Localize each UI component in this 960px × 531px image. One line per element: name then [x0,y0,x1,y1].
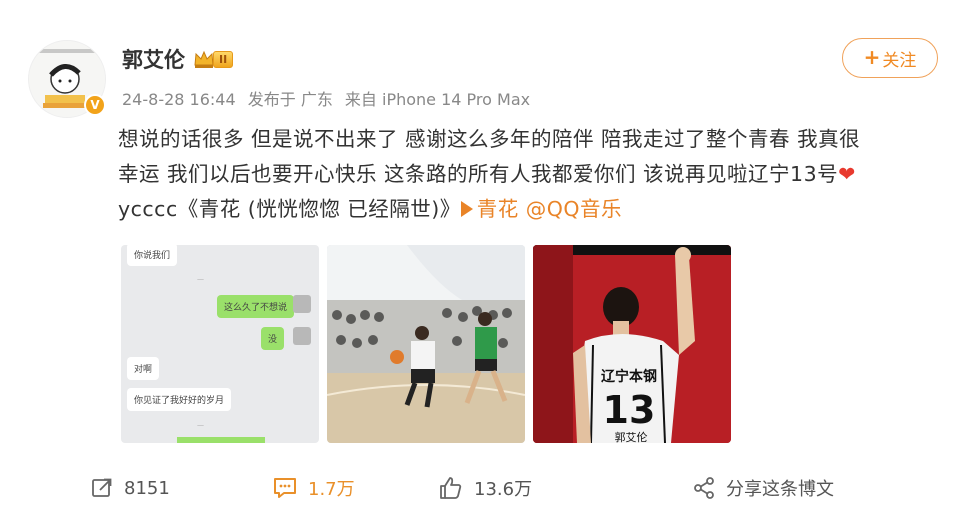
comment-icon [274,478,296,498]
play-icon [460,200,473,217]
image-jersey-back[interactable]: 辽宁本钢 13 郭艾伦 [533,245,731,443]
jersey-name-text: 郭艾伦 [615,430,648,443]
repost-count: 8151 [124,477,170,499]
music-link[interactable]: 青花 [460,197,519,221]
share-icon [694,477,714,499]
chat-avatar [293,327,311,345]
chat-timestamp: — [197,275,204,283]
post-location: 发布于 广东 [247,90,333,109]
court-photo [327,245,525,443]
share-button[interactable]: 分享这条博文 [692,466,834,510]
plus-icon: + [863,45,881,69]
follow-button[interactable]: + 关注 [842,38,938,78]
thumbs-up-icon [440,477,462,499]
chat-bubble: 这么久了不想说 [217,295,295,318]
image-basketball-game[interactable] [327,245,525,443]
post-line-text: 幸运 我们以后也要开心快乐 这条路的所有人我都爱你们 该说再见啦辽宁13号 [118,162,839,186]
post-line: ycccc《青花 (恍恍惚惚 已经隔世)》 青花 @QQ音乐 [118,192,930,227]
jersey-number-text: 13 [603,388,656,432]
post-time[interactable]: 24-8-28 16:44 [122,90,236,109]
comment-button[interactable]: 1.7万 [272,466,355,510]
image-chat-screenshot[interactable]: 你说我们 — 这么久了不想说 没 对啊 你见证了我好好的岁月 — [121,245,319,443]
image-grid: 你说我们 — 这么久了不想说 没 对啊 你见证了我好好的岁月 — 辽宁本钢 13… [121,245,731,443]
share-label: 分享这条博文 [726,479,834,500]
follow-label: 关注 [882,50,917,71]
music-link-label: 青花 [476,197,519,221]
post-line: 想说的话很多 但是说不出来了 感谢这么多年的陪伴 陪我走过了整个青春 我真很 [118,127,861,151]
chat-bubble: 你见证了我好好的岁月 [127,388,232,411]
level-badge[interactable]: II [193,49,234,69]
post-line: 幸运 我们以后也要开心快乐 这条路的所有人我都爱你们 该说再见啦辽宁13号❤ [118,157,930,192]
chat-bubble: 没 [261,327,285,350]
chat-timestamp: — [197,421,204,429]
song-title-text: ycccc《青花 (恍恍惚惚 已经隔世)》 [118,197,461,221]
post-device: 来自 iPhone 14 Pro Max [344,90,531,109]
name-row: 郭艾伦 II [122,44,234,74]
heart-icon: ❤ [838,162,856,186]
repost-button[interactable]: 8151 [90,466,170,510]
verified-icon: V [84,94,106,116]
action-bar: 8151 1.7万 13.6万 分享这条博文 [0,466,960,510]
chat-avatar [293,295,311,313]
crown-icon [194,50,214,68]
jersey-photo: 辽宁本钢 13 郭艾伦 [533,245,731,443]
username[interactable]: 郭艾伦 [122,44,185,74]
comment-count: 1.7万 [308,479,355,500]
chat-bubble-partial [177,437,265,443]
level-label: II [213,50,234,68]
repost-icon [92,478,112,497]
like-button[interactable]: 13.6万 [438,466,532,510]
music-source-link[interactable]: @QQ音乐 [526,197,622,221]
post-meta: 24-8-28 16:44 发布于 广东 来自 iPhone 14 Pro Ma… [122,86,537,110]
jersey-team-text: 辽宁本钢 [601,368,657,385]
post-text: 想说的话很多 但是说不出来了 感谢这么多年的陪伴 陪我走过了整个青春 我真很 幸… [118,122,930,227]
like-count: 13.6万 [474,479,533,500]
chat-bubble: 你说我们 [127,245,178,266]
chat-bubble: 对啊 [127,357,160,380]
